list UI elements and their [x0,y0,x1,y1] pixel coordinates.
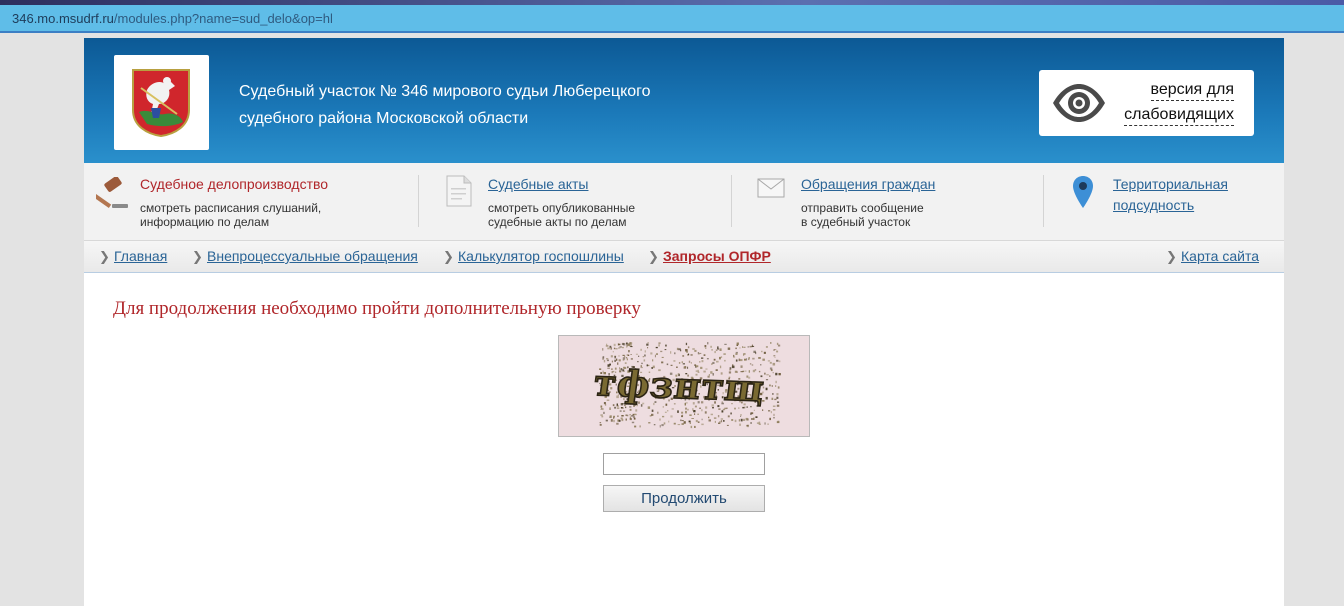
menu-title-court-acts[interactable]: Судебные акты [488,176,588,192]
menu-sub-court-acts-1: смотреть опубликованные [488,201,636,215]
chevron-right-icon: ❯ [192,249,203,264]
chevron-right-icon: ❯ [99,249,110,264]
menu-sub-court-proceedings-2: информацию по делам [140,215,270,229]
captcha-input[interactable] [603,453,765,475]
menu-item-court-acts[interactable]: Судебные акты смотреть опубликованные су… [419,163,731,240]
page: Судебный участок № 346 мирового судьи Лю… [84,38,1284,606]
main-menu: Судебное делопроизводство смотреть распи… [84,163,1284,240]
court-title-line2: судебного района Московской области [239,110,529,127]
eye-icon [1053,84,1105,122]
gavel-icon [96,177,128,208]
captcha-text: тфзнтщ [591,361,768,410]
menu-sub-citizen-appeals-2: в судебный участок [801,215,911,229]
site-header: Судебный участок № 346 мирового судьи Лю… [84,38,1284,163]
menu-title-jurisdiction-line1[interactable]: Территориальная [1113,176,1228,192]
menu-item-court-proceedings[interactable]: Судебное делопроизводство смотреть распи… [84,163,418,240]
low-vision-label-line1: версия для [1150,80,1234,101]
page-title: Для продолжения необходимо пройти дополн… [113,298,641,319]
chevron-right-icon: ❯ [1166,249,1177,264]
address-bar[interactable]: 346.mo.msudrf.ru/modules.php?name=sud_de… [0,5,1344,33]
menu-sub-court-acts-2: судебные акты по делам [488,215,627,229]
document-icon [446,175,472,207]
sitemap-link[interactable]: Карта сайта [1181,248,1259,264]
envelope-icon [757,178,785,198]
breadcrumb-home[interactable]: Главная [114,248,167,264]
court-title: Судебный участок № 346 мирового судьи Лю… [239,78,651,132]
captcha-image: тфзнтщ [558,335,810,437]
breadcrumb: ❯ Главная ❯ Внепроцессуальные обращения … [84,240,1284,273]
low-vision-label: версия для слабовидящих [1124,77,1234,127]
chevron-right-icon: ❯ [443,249,454,264]
coat-of-arms-logo[interactable] [114,55,209,150]
breadcrumb-nonprocedural-appeals[interactable]: Внепроцессуальные обращения [207,248,418,264]
breadcrumb-opfr-requests[interactable]: Запросы ОПФР [663,248,771,264]
menu-item-citizen-appeals[interactable]: Обращения граждан отправить сообщение в … [732,163,1043,240]
captcha-noise: тфзнтщ [590,342,781,429]
menu-title-jurisdiction-line2[interactable]: подсудность [1113,197,1194,213]
menu-title-court-proceedings[interactable]: Судебное делопроизводство [140,176,328,192]
menu-sub-court-proceedings-1: смотреть расписания слушаний, [140,201,322,215]
continue-button[interactable]: Продолжить [603,485,765,512]
low-vision-version-button[interactable]: версия для слабовидящих [1039,70,1254,136]
breadcrumb-duty-calculator[interactable]: Калькулятор госпошлины [458,248,624,264]
chevron-right-icon: ❯ [648,249,659,264]
coat-of-arms-icon [132,69,190,138]
low-vision-label-line2: слабовидящих [1124,105,1234,126]
court-title-line1: Судебный участок № 346 мирового судьи Лю… [239,83,651,100]
address-bar-url[interactable]: 346.mo.msudrf.ru/modules.php?name=sud_de… [12,11,333,26]
menu-title-citizen-appeals[interactable]: Обращения граждан [801,176,935,192]
menu-item-jurisdiction[interactable]: Территориальная подсудность [1044,163,1284,240]
map-pin-icon [1073,176,1093,208]
menu-sub-citizen-appeals-1: отправить сообщение [801,201,924,215]
